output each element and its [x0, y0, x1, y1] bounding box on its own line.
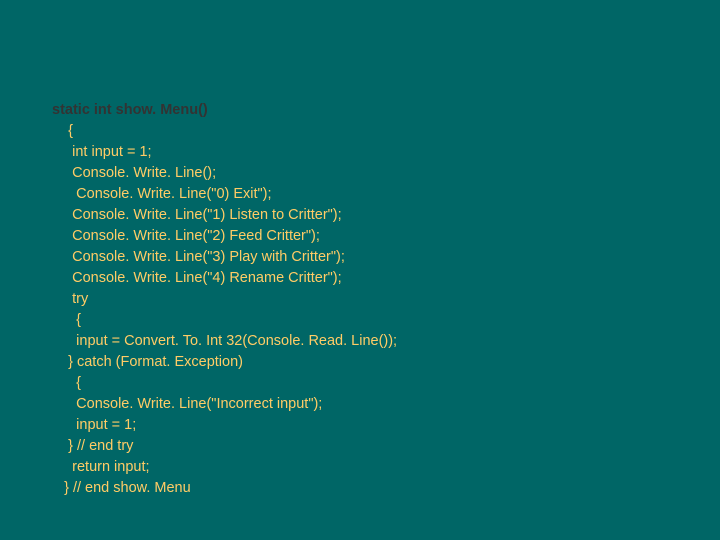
code-line: int input = 1; — [52, 144, 152, 160]
method-signature: static int show. Menu() — [52, 102, 208, 118]
code-line: input = Convert. To. Int 32(Console. Rea… — [52, 333, 397, 349]
code-line: Console. Write. Line(); — [52, 165, 216, 181]
code-line: input = 1; — [52, 417, 136, 433]
code-block: static int show. Menu() { int input = 1;… — [52, 100, 397, 499]
code-line: Console. Write. Line("3) Play with Critt… — [52, 249, 345, 265]
code-line: { — [52, 312, 81, 328]
code-line: } // end show. Menu — [52, 480, 191, 496]
code-line: Console. Write. Line("4) Rename Critter"… — [52, 270, 342, 286]
code-line: Console. Write. Line("0) Exit"); — [52, 186, 272, 202]
code-line: { — [52, 123, 73, 139]
code-line: Console. Write. Line("1) Listen to Critt… — [52, 207, 342, 223]
code-line: } // end try — [52, 438, 133, 454]
code-line: Console. Write. Line("2) Feed Critter"); — [52, 228, 320, 244]
code-line: try — [52, 291, 88, 307]
code-line: return input; — [52, 459, 150, 475]
code-line: Console. Write. Line("Incorrect input"); — [52, 396, 322, 412]
code-line: { — [52, 375, 81, 391]
code-line: } catch (Format. Exception) — [52, 354, 243, 370]
